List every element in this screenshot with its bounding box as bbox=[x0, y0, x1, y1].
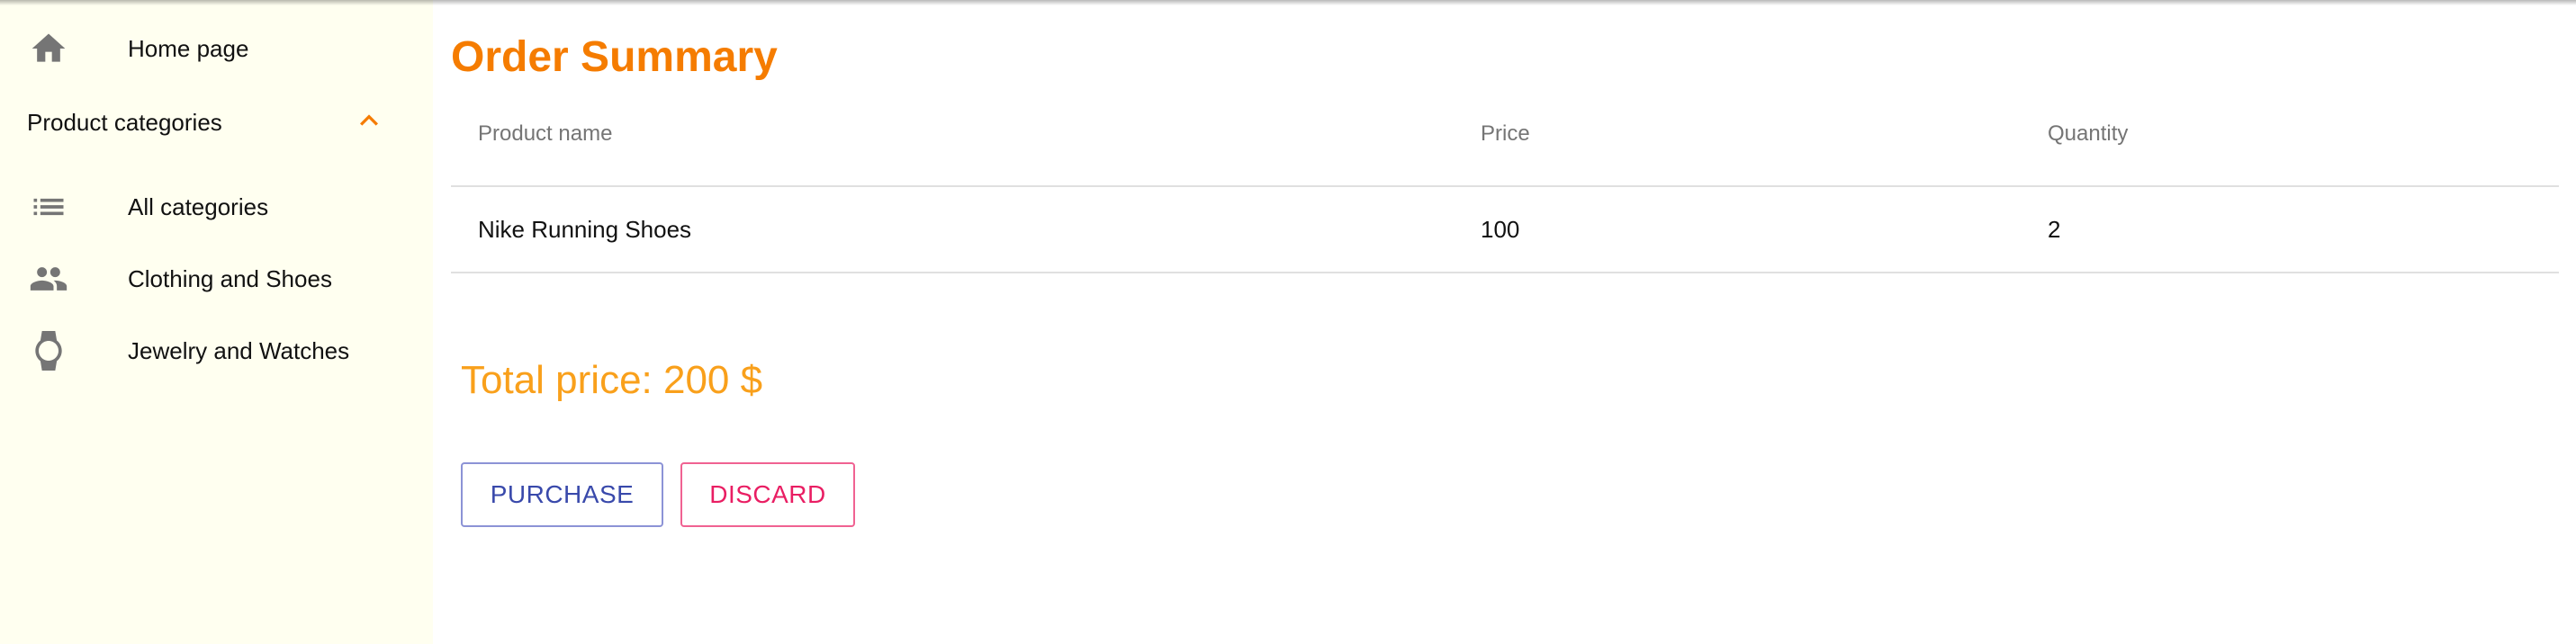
sidebar-categories-toggle[interactable]: Product categories bbox=[0, 94, 433, 151]
home-icon bbox=[29, 29, 68, 68]
sidebar-item-all-categories[interactable]: All categories bbox=[0, 178, 433, 236]
sidebar-item-clothing-and-shoes[interactable]: Clothing and Shoes bbox=[0, 250, 433, 308]
sidebar-item-label: Jewelry and Watches bbox=[128, 336, 350, 364]
table-header-row: Product name Price Quantity bbox=[451, 101, 2559, 187]
total-price: Total price: 200 $ bbox=[461, 358, 763, 402]
purchase-button[interactable]: PURCHASE bbox=[461, 462, 663, 527]
app-bar-shadow bbox=[0, 0, 2576, 5]
people-icon bbox=[29, 259, 68, 299]
chevron-up-icon bbox=[351, 103, 387, 139]
column-header-price: Price bbox=[1481, 121, 1530, 146]
list-icon bbox=[29, 187, 68, 227]
cell-product-name: Nike Running Shoes bbox=[478, 215, 692, 243]
watch-icon bbox=[29, 331, 68, 371]
page-title: Order Summary bbox=[451, 33, 778, 81]
discard-button[interactable]: DISCARD bbox=[680, 462, 855, 527]
sidebar-item-label: Clothing and Shoes bbox=[128, 264, 332, 292]
table-row: Nike Running Shoes 100 2 bbox=[451, 187, 2559, 273]
sidebar-item-home[interactable]: Home page bbox=[0, 20, 433, 77]
sidebar-categories-label: Product categories bbox=[27, 109, 222, 136]
sidebar-item-label: All categories bbox=[128, 192, 269, 220]
sidebar-item-jewelry-and-watches[interactable]: Jewelry and Watches bbox=[0, 322, 433, 380]
cell-quantity: 2 bbox=[2048, 215, 2061, 243]
column-header-product-name: Product name bbox=[478, 121, 613, 146]
order-table: Product name Price Quantity Nike Running… bbox=[451, 101, 2559, 273]
sidebar-item-label: Home page bbox=[128, 34, 249, 62]
main-content: Order Summary Product name Price Quantit… bbox=[433, 0, 2576, 644]
sidebar: Home page Product categories All categor… bbox=[0, 0, 433, 644]
column-header-quantity: Quantity bbox=[2048, 121, 2129, 146]
cell-price: 100 bbox=[1481, 215, 1520, 243]
